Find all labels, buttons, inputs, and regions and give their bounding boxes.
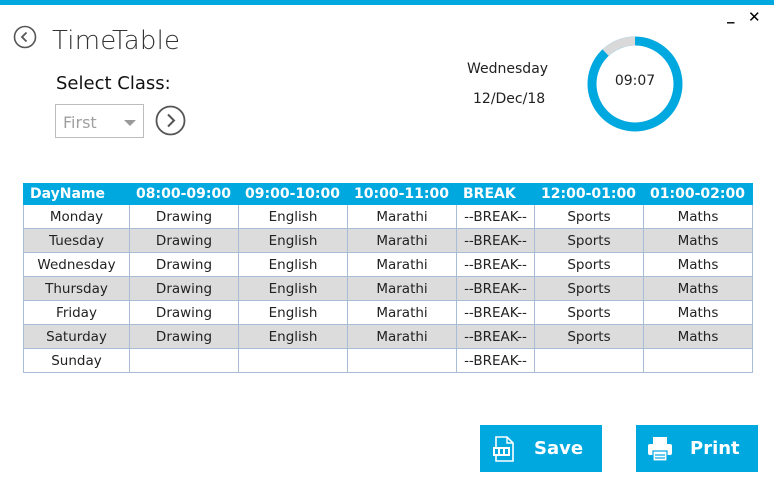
subject-cell[interactable]: Maths	[643, 276, 753, 301]
subject-cell[interactable]: Drawing	[129, 324, 239, 349]
subject-cell[interactable]	[643, 348, 753, 373]
pdf-file-icon	[493, 435, 514, 462]
timetable-grid: DayName 08:00-09:00 09:00-10:00 10:00-11…	[23, 183, 753, 373]
page-title: TimeTable	[52, 26, 181, 56]
day-cell[interactable]: Monday	[23, 204, 130, 229]
subject-cell[interactable]: Marathi	[347, 204, 457, 229]
subject-cell[interactable]: English	[238, 228, 348, 253]
day-cell[interactable]: Friday	[23, 300, 130, 325]
column-header: DayName	[23, 183, 130, 205]
subject-cell[interactable]: Marathi	[347, 324, 457, 349]
subject-cell[interactable]: Sports	[534, 324, 644, 349]
column-header: 12:00-01:00	[534, 183, 644, 205]
break-cell[interactable]: --BREAK--	[456, 228, 535, 253]
subject-cell[interactable]: Drawing	[129, 204, 239, 229]
break-cell[interactable]: --BREAK--	[456, 276, 535, 301]
subject-cell[interactable]: English	[238, 204, 348, 229]
printer-icon	[648, 436, 672, 462]
subject-cell[interactable]: Maths	[643, 300, 753, 325]
column-header: 10:00-11:00	[347, 183, 457, 205]
subject-cell[interactable]	[347, 348, 457, 373]
current-date: 12/Dec/18	[473, 91, 546, 107]
close-button[interactable]: ✕	[748, 8, 761, 26]
break-cell[interactable]: --BREAK--	[456, 348, 535, 373]
subject-cell[interactable]: English	[238, 300, 348, 325]
day-cell[interactable]: Saturday	[23, 324, 130, 349]
column-header: 01:00-02:00	[643, 183, 753, 205]
subject-cell[interactable]: Maths	[643, 228, 753, 253]
subject-cell[interactable]: Sports	[534, 276, 644, 301]
subject-cell[interactable]: English	[238, 252, 348, 277]
current-day: Wednesday	[467, 61, 549, 77]
table-row[interactable]: Saturday Drawing English Marathi --BREAK…	[23, 324, 753, 349]
save-button-label: Save	[534, 438, 584, 459]
class-dropdown-value: First	[63, 113, 97, 132]
table-row[interactable]: Friday Drawing English Marathi --BREAK--…	[23, 300, 753, 325]
break-cell[interactable]: --BREAK--	[456, 300, 535, 325]
print-button[interactable]: Print	[636, 425, 758, 472]
subject-cell[interactable]: English	[238, 276, 348, 301]
select-class-label: Select Class:	[56, 73, 171, 94]
break-cell[interactable]: --BREAK--	[456, 204, 535, 229]
clock-time: 09:07	[614, 73, 656, 89]
table-row[interactable]: Thursday Drawing English Marathi --BREAK…	[23, 276, 753, 301]
subject-cell[interactable]: Marathi	[347, 300, 457, 325]
table-row[interactable]: Sunday --BREAK--	[23, 348, 753, 373]
next-arrow-icon[interactable]	[155, 105, 186, 136]
column-header: 08:00-09:00	[129, 183, 239, 205]
subject-cell[interactable]: Maths	[643, 204, 753, 229]
break-cell[interactable]: --BREAK--	[456, 252, 535, 277]
day-cell[interactable]: Thursday	[23, 276, 130, 301]
day-cell[interactable]: Tuesday	[23, 228, 130, 253]
table-header-row: DayName 08:00-09:00 09:00-10:00 10:00-11…	[23, 183, 753, 205]
subject-cell[interactable]: Sports	[534, 300, 644, 325]
table-row[interactable]: Tuesday Drawing English Marathi --BREAK-…	[23, 228, 753, 253]
day-cell[interactable]: Wednesday	[23, 252, 130, 277]
column-header: BREAK	[456, 183, 535, 205]
column-header: 09:00-10:00	[238, 183, 348, 205]
subject-cell[interactable]: Drawing	[129, 300, 239, 325]
subject-cell[interactable]: Marathi	[347, 276, 457, 301]
subject-cell[interactable]: Maths	[643, 324, 753, 349]
print-button-label: Print	[690, 438, 740, 459]
subject-cell[interactable]: Marathi	[347, 228, 457, 253]
subject-cell[interactable]: Marathi	[347, 252, 457, 277]
day-cell[interactable]: Sunday	[23, 348, 130, 373]
save-button[interactable]: Save	[480, 425, 602, 472]
subject-cell[interactable]: Maths	[643, 252, 753, 277]
break-cell[interactable]: --BREAK--	[456, 324, 535, 349]
subject-cell[interactable]	[129, 348, 239, 373]
table-row[interactable]: Monday Drawing English Marathi --BREAK--…	[23, 204, 753, 229]
top-accent-bar	[0, 0, 774, 5]
subject-cell[interactable]: English	[238, 324, 348, 349]
subject-cell[interactable]	[534, 348, 644, 373]
table-row[interactable]: Wednesday Drawing English Marathi --BREA…	[23, 252, 753, 277]
chevron-down-icon	[124, 120, 136, 126]
subject-cell[interactable]: Sports	[534, 228, 644, 253]
subject-cell[interactable]: Sports	[534, 252, 644, 277]
subject-cell[interactable]: Drawing	[129, 228, 239, 253]
minimize-button[interactable]: _	[727, 6, 735, 24]
subject-cell[interactable]: Drawing	[129, 276, 239, 301]
class-dropdown[interactable]: First	[55, 104, 144, 138]
subject-cell[interactable]: Sports	[534, 204, 644, 229]
subject-cell[interactable]	[238, 348, 348, 373]
subject-cell[interactable]: Drawing	[129, 252, 239, 277]
back-arrow-icon[interactable]	[13, 25, 37, 49]
